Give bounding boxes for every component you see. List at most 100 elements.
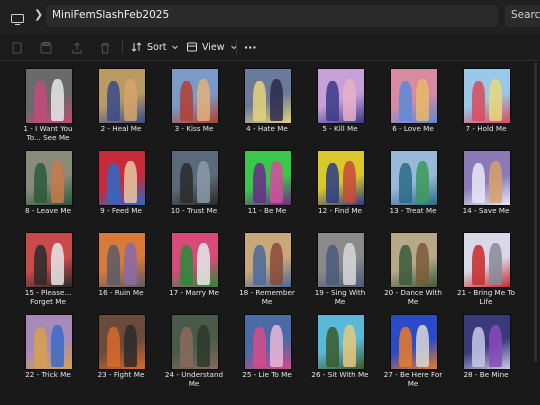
address-bar: ❯ MiniFemSlashFeb2025 Search [0,0,540,34]
image-thumbnail[interactable] [390,232,438,288]
breadcrumb[interactable]: MiniFemSlashFeb2025 [46,5,498,27]
file-name: 4 - Hate Me [246,124,288,133]
image-thumbnail[interactable] [98,150,146,206]
file-name: 9 - Feed Me [100,206,142,215]
file-item[interactable]: 12 - Find Me [309,148,381,230]
delete-icon[interactable] [98,40,112,54]
thumbnail-figure [253,245,266,285]
file-name: 17 - Marry Me [169,288,219,297]
image-thumbnail[interactable] [244,232,292,288]
breadcrumb-folder[interactable]: MiniFemSlashFeb2025 [52,9,169,21]
thumbnail-figure [34,81,47,121]
file-item[interactable]: 24 - Understand Me [163,312,235,394]
thumbnail-figure [472,245,485,285]
image-thumbnail[interactable] [244,314,292,370]
copy-icon[interactable] [10,40,24,54]
file-name: 11 - Be Me [247,206,287,215]
thumbnail-figure [399,245,412,285]
more-options-button[interactable]: ··· [244,37,257,57]
file-item[interactable]: 11 - Be Me [236,148,308,230]
file-item[interactable]: 17 - Marry Me [163,230,235,312]
file-item[interactable]: 3 - Kiss Me [163,66,235,148]
file-item[interactable]: 27 - Be Here For Me [382,312,454,394]
image-thumbnail[interactable] [25,68,73,124]
thumbnail-figure [253,327,266,367]
thumbnail-figure [326,245,339,285]
image-thumbnail[interactable] [317,150,365,206]
file-item[interactable]: 5 - Kill Me [309,66,381,148]
image-thumbnail[interactable] [463,314,511,370]
file-item[interactable]: 22 - Trick Me [17,312,89,394]
thumbnail-figure [270,325,283,367]
image-thumbnail[interactable] [244,150,292,206]
file-grid: 1 - I Want You To... See Me 2 - Heal Me 3 … [17,66,527,394]
image-thumbnail[interactable] [171,150,219,206]
image-thumbnail[interactable] [463,232,511,288]
image-thumbnail[interactable] [171,314,219,370]
file-item[interactable]: 9 - Feed Me [90,148,162,230]
file-item[interactable]: 25 - Lie To Me [236,312,308,394]
file-item[interactable]: 2 - Heal Me [90,66,162,148]
file-name: 14 - Save Me [462,206,510,215]
file-item[interactable]: 4 - Hate Me [236,66,308,148]
file-item[interactable]: 21 - Bring Me To Life [455,230,527,312]
file-item[interactable]: 7 - Hold Me [455,66,527,148]
file-name: 12 - Find Me [318,206,362,215]
file-name: 13 - Treat Me [389,206,437,215]
file-name: 10 - Trust Me [170,206,218,215]
image-thumbnail[interactable] [463,150,511,206]
file-item[interactable]: 19 - Sing With Me [309,230,381,312]
image-thumbnail[interactable] [98,232,146,288]
file-item[interactable]: 23 - Fight Me [90,312,162,394]
thumbnail-figure [107,163,120,203]
file-item[interactable]: 13 - Treat Me [382,148,454,230]
file-name: 2 - Heal Me [100,124,142,133]
image-thumbnail[interactable] [463,68,511,124]
file-name: 26 - Sit With Me [311,370,369,379]
view-button[interactable]: View [186,37,238,57]
sort-button[interactable]: Sort [131,37,179,57]
view-label: View [202,41,225,53]
file-item[interactable]: 15 - Please... Forget Me [17,230,89,312]
thumbnail-figure [270,79,283,121]
image-thumbnail[interactable] [317,68,365,124]
file-item[interactable]: 28 - Be Mine [455,312,527,394]
file-name: 28 - Be Mine [463,370,509,379]
file-name: 25 - Lie To Me [242,370,292,379]
file-item[interactable]: 14 - Save Me [455,148,527,230]
file-item[interactable]: 20 - Dance With Me [382,230,454,312]
paste-icon[interactable] [39,40,53,54]
file-name: 15 - Please... Forget Me [24,288,72,306]
image-thumbnail[interactable] [98,314,146,370]
chevron-right-icon[interactable]: ❯ [34,8,43,21]
file-item[interactable]: 8 - Leave Me [17,148,89,230]
image-thumbnail[interactable] [98,68,146,124]
image-thumbnail[interactable] [244,68,292,124]
file-item[interactable]: 26 - Sit With Me [309,312,381,394]
file-item[interactable]: 16 - Ruin Me [90,230,162,312]
share-icon[interactable] [70,40,84,54]
image-thumbnail[interactable] [171,232,219,288]
search-input[interactable]: Search [505,5,540,27]
file-item[interactable]: 6 - Love Me [382,66,454,148]
image-thumbnail[interactable] [25,150,73,206]
image-thumbnail[interactable] [390,314,438,370]
image-thumbnail[interactable] [317,314,365,370]
image-thumbnail[interactable] [25,314,73,370]
thumbnail-figure [253,81,266,121]
image-thumbnail[interactable] [317,232,365,288]
image-thumbnail[interactable] [25,232,73,288]
file-item[interactable]: 1 - I Want You To... See Me [17,66,89,148]
thumbnail-figure [270,161,283,203]
image-thumbnail[interactable] [171,68,219,124]
file-item[interactable]: 10 - Trust Me [163,148,235,230]
file-name: 21 - Bring Me To Life [456,288,516,306]
sort-icon [131,42,142,52]
scrollbar[interactable] [534,62,537,362]
thumbnail-figure [343,79,356,121]
image-thumbnail[interactable] [390,150,438,206]
file-item[interactable]: 18 - Remember Me [236,230,308,312]
thumbnail-figure [180,81,193,121]
computer-icon[interactable] [11,10,24,25]
image-thumbnail[interactable] [390,68,438,124]
